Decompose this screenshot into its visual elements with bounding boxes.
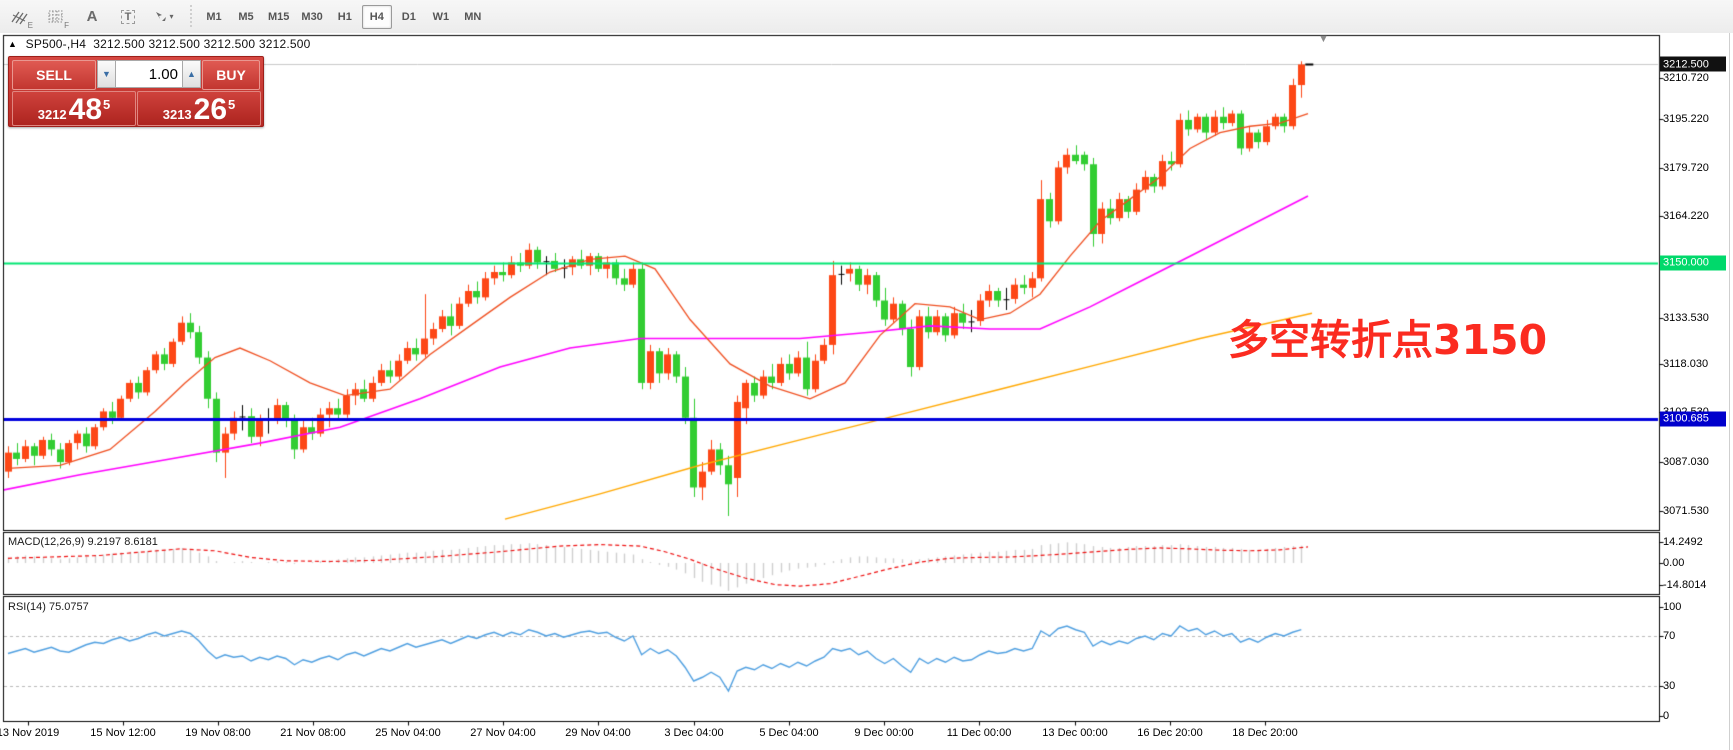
textbox-icon[interactable]: T [112, 3, 144, 31]
price-axis-label: 3133.530 [1663, 312, 1709, 324]
price-axis-label: 3071.530 [1663, 505, 1709, 517]
macd-axis-label: 0.00 [1663, 557, 1684, 569]
quote-close: 3212.500 [259, 37, 311, 51]
cursor-tools-icon[interactable]: ▾ [148, 3, 180, 31]
green-line-badge: 3150.000 [1660, 255, 1726, 270]
price-axis-label: 3087.030 [1663, 456, 1709, 468]
time-axis-label: 3 Dec 04:00 [664, 727, 723, 739]
time-axis-label: 21 Nov 08:00 [280, 727, 345, 739]
timeframe-m5-button[interactable]: M5 [231, 5, 261, 29]
ask-big-digits: 26 [194, 97, 227, 123]
timeframe-d1-button[interactable]: D1 [394, 5, 424, 29]
current-price-badge: 3212.500 [1660, 57, 1726, 72]
price-axis-label: 3118.030 [1663, 358, 1708, 370]
price-axis-label: 3164.220 [1663, 210, 1709, 222]
timeframe-h1-button[interactable]: H1 [330, 5, 360, 29]
macd-axis-label: -14.8014 [1663, 579, 1706, 591]
price-axis-label: 3195.220 [1663, 113, 1709, 125]
rsi-label: RSI(14) 75.0757 [8, 601, 89, 613]
timeframe-m1-button[interactable]: M1 [199, 5, 229, 29]
volume-increase-button[interactable]: ▲ [182, 60, 201, 88]
bid-small-digits: 3212 [38, 106, 67, 123]
time-axis-label: 25 Nov 04:00 [375, 727, 440, 739]
time-axis-label: 13 Nov 2019 [0, 727, 59, 739]
time-axis-label: 18 Dec 20:00 [1232, 727, 1297, 739]
macd-signal-value: 8.6181 [124, 536, 158, 548]
toolbar: E F A T ▾ M1 M5 M15 M30 H1 H4 D1 W1 MN [0, 0, 1733, 34]
timeframe-w1-button[interactable]: W1 [426, 5, 456, 29]
window-right-edge [1729, 33, 1730, 750]
time-axis-label: 9 Dec 00:00 [854, 727, 913, 739]
ask-price-display[interactable]: 3213265 [137, 91, 261, 126]
timeframe-m30-button[interactable]: M30 [296, 5, 327, 29]
timeframe-mn-button[interactable]: MN [458, 5, 488, 29]
quote-low: 3212.500 [204, 37, 256, 51]
toolbar-separator [190, 5, 192, 29]
blue-line-badge: 3100.685 [1660, 411, 1726, 426]
time-axis-label: 29 Nov 04:00 [565, 727, 630, 739]
ask-sup-digit: 5 [228, 99, 235, 111]
time-axis-label: 11 Dec 00:00 [947, 727, 1012, 739]
sell-button[interactable]: SELL [12, 60, 96, 90]
quote-open: 3212.500 [93, 37, 145, 51]
collapse-triangle-icon[interactable]: ▲ [8, 39, 17, 49]
indicators-icon[interactable]: E [4, 3, 36, 31]
timeframe-h4-button[interactable]: H4 [362, 5, 392, 29]
time-axis-label: 5 Dec 04:00 [759, 727, 818, 739]
time-axis-label: 16 Dec 20:00 [1137, 727, 1202, 739]
macd-label: MACD(12,26,9) 9.2197 8.6181 [8, 536, 158, 548]
macd-main-value: 9.2197 [87, 536, 121, 548]
price-axis-label: 3179.720 [1663, 162, 1709, 174]
price-axis-label: 3210.720 [1663, 72, 1709, 84]
buy-button[interactable]: BUY [202, 60, 260, 90]
time-axis-label: 13 Dec 00:00 [1042, 727, 1107, 739]
chart-canvas[interactable] [0, 33, 1733, 750]
grid-icon[interactable]: F [40, 3, 72, 31]
mt4-application-window: E F A T ▾ M1 M5 M15 M30 H1 H4 D1 W1 MN ▲ [0, 0, 1733, 750]
volume-decrease-button[interactable]: ▼ [97, 60, 116, 88]
symbol-period: SP500-,H4 [26, 37, 87, 51]
volume-input[interactable] [116, 60, 182, 88]
ask-small-digits: 3213 [163, 106, 192, 123]
rsi-axis-label: 100 [1663, 601, 1681, 613]
bid-big-digits: 48 [69, 97, 102, 123]
time-axis-label: 19 Nov 08:00 [185, 727, 250, 739]
time-axis-label: 15 Nov 12:00 [90, 727, 155, 739]
rsi-axis-label: 70 [1663, 630, 1675, 642]
rsi-value: 75.0757 [49, 601, 89, 613]
timeframe-m15-button[interactable]: M15 [263, 5, 294, 29]
rsi-axis-label: 30 [1663, 680, 1675, 692]
volume-stepper: ▼ ▲ [97, 60, 201, 88]
bid-price-display[interactable]: 3212485 [12, 91, 136, 126]
chart-annotation-text[interactable]: 多空转折点3150 [1228, 306, 1547, 366]
bid-sup-digit: 5 [103, 99, 110, 111]
chart-shift-marker-icon[interactable]: ▼ [1318, 33, 1329, 45]
time-axis-label: 27 Nov 04:00 [470, 727, 535, 739]
quote-high: 3212.500 [148, 37, 200, 51]
text-icon[interactable]: A [76, 3, 108, 31]
rsi-axis-label: 0 [1663, 710, 1669, 722]
quote-header: ▲ SP500-,H4 3212.500 3212.500 3212.500 3… [8, 37, 311, 51]
one-click-trading-panel: SELL ▼ ▲ BUY 3212485 3213265 [8, 56, 264, 127]
macd-axis-label: 14.2492 [1663, 536, 1703, 548]
chart-window: ▲ SP500-,H4 3212.500 3212.500 3212.500 3… [0, 33, 1733, 750]
